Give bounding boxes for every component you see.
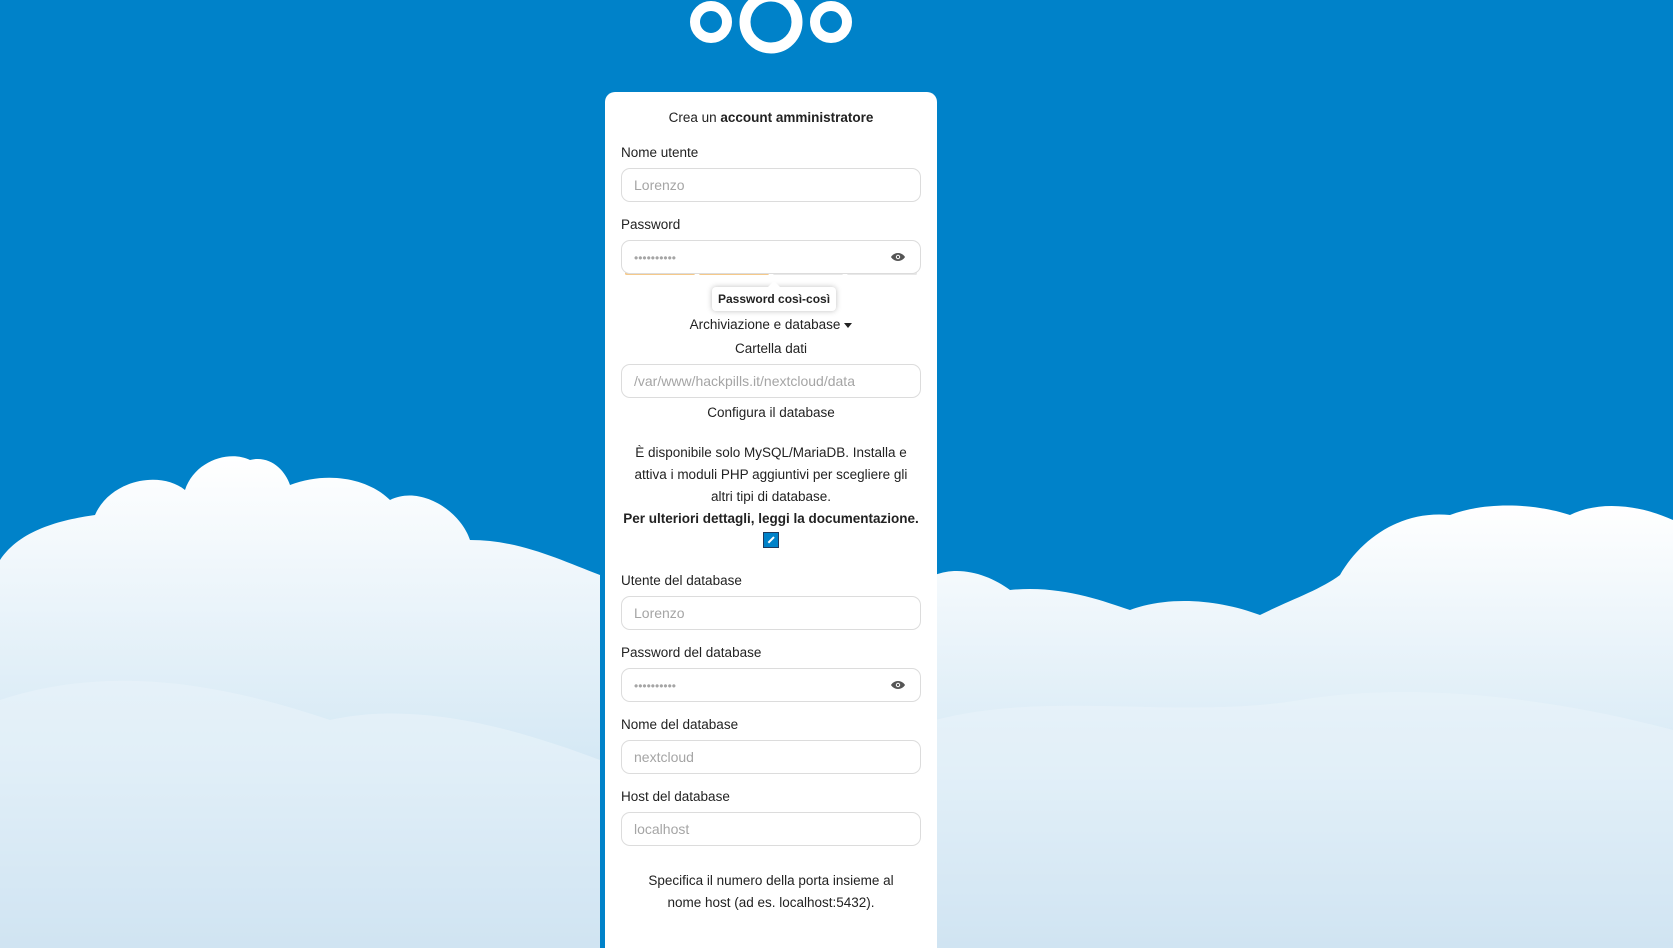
db-name-label: Nome del database [621, 717, 739, 733]
db-name-input[interactable] [622, 741, 920, 774]
external-link-wrap [621, 532, 921, 549]
storage-database-toggle[interactable]: Archiviazione e database [621, 317, 921, 337]
eye-icon[interactable] [890, 678, 906, 692]
username-input[interactable] [622, 169, 920, 201]
nextcloud-logo [690, 0, 852, 54]
db-password-input[interactable] [622, 669, 920, 702]
setup-card: Crea un account amministratore Nome uten… [605, 92, 937, 948]
external-link-icon[interactable] [763, 532, 779, 549]
data-folder-input[interactable] [622, 365, 920, 397]
db-password-field-box [621, 668, 921, 703]
username-field-box [621, 168, 921, 202]
password-field-box [621, 240, 921, 274]
card-heading: Crea un account amministratore [621, 110, 921, 130]
db-user-label: Utente del database [621, 573, 742, 589]
db-user-input[interactable] [622, 597, 920, 630]
eye-icon[interactable] [890, 250, 906, 264]
db-host-label: Host del database [621, 789, 730, 805]
heading-bold: account amministratore [720, 110, 874, 125]
password-label: Password [621, 217, 681, 232]
heading-prefix: Crea un [668, 110, 721, 125]
configure-db-heading: Configura il database [707, 405, 835, 420]
password-input[interactable] [622, 241, 920, 273]
caret-down-icon [844, 322, 853, 328]
username-label: Nome utente [621, 145, 699, 160]
db-password-label: Password del database [621, 645, 762, 661]
documentation-link[interactable]: Per ulteriori dettagli, leggi la documen… [621, 508, 921, 530]
db-host-field-box [621, 812, 921, 847]
db-host-input[interactable] [622, 813, 920, 846]
storage-toggle-label: Archiviazione e database [689, 317, 841, 332]
password-strength-tooltip: Password così-così [712, 281, 837, 311]
data-folder-field-box [621, 364, 921, 398]
db-notice: È disponibile solo MySQL/MariaDB. Instal… [634, 445, 908, 504]
strength-tooltip-wrap: Password così-così [621, 275, 921, 315]
db-user-field-box [621, 596, 921, 631]
port-hint: Specifica il numero della porta insieme … [648, 873, 894, 911]
db-name-field-box [621, 740, 921, 775]
data-folder-label: Cartella dati [734, 341, 808, 356]
